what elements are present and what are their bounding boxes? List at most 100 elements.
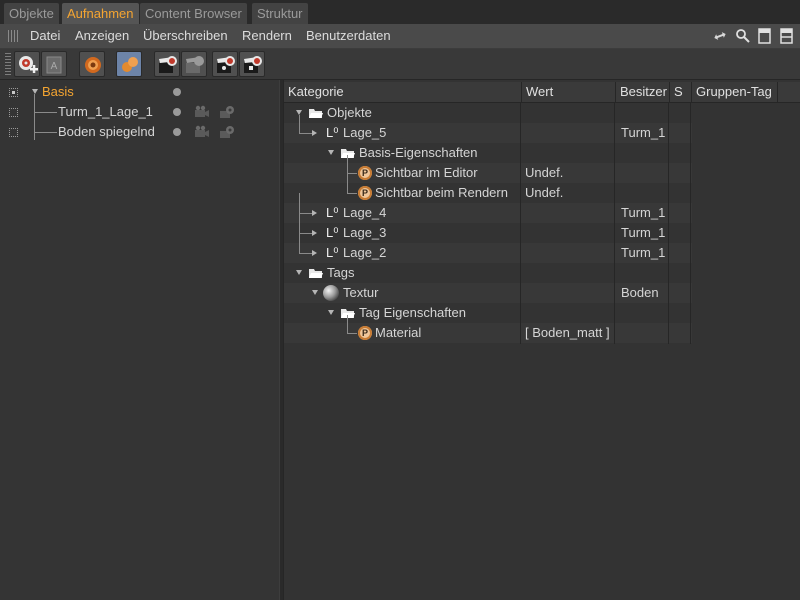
tree-guide-line [299, 233, 300, 253]
status-dot-icon[interactable] [173, 128, 181, 136]
parameter-icon: P [358, 326, 372, 340]
camera-icon[interactable] [194, 105, 210, 119]
column-header-kategorie[interactable]: Kategorie [284, 82, 521, 102]
tab-objekte[interactable]: Objekte [4, 3, 59, 24]
table-row[interactable]: Objekte [284, 103, 692, 123]
column-header-s[interactable]: S [669, 82, 691, 102]
override-icon [85, 57, 101, 73]
kategorie-cell: Tags [327, 265, 355, 280]
tree-guide-line [347, 193, 357, 194]
dual-panel-icon[interactable] [779, 28, 795, 44]
render-settings-icon[interactable] [219, 125, 235, 139]
take-row-basis[interactable]: Basis [0, 82, 279, 102]
kategorie-cell: Basis-Eigenschaften [359, 145, 478, 160]
column-header-besitzer[interactable]: Besitzer [615, 82, 669, 102]
render-clapper-icon [159, 56, 177, 73]
tab-struktur[interactable]: Struktur [252, 3, 308, 24]
toolbar-grip-handle[interactable] [5, 53, 11, 75]
override-button[interactable] [79, 51, 105, 77]
expand-arrow-icon[interactable] [312, 250, 317, 256]
render-take-disabled-button[interactable] [181, 51, 207, 77]
tab-aufnahmen[interactable]: Aufnahmen [62, 3, 139, 24]
kategorie-cell: Lage_5 [343, 125, 387, 140]
column-divider [668, 102, 669, 344]
override-table-panel: Kategorie Wert Besitzer S Gruppen-Tag Ob… [284, 80, 800, 600]
column-divider [614, 102, 615, 344]
tree-guide-line [347, 173, 357, 174]
menu-datei[interactable]: Datei [30, 24, 60, 48]
menu-grip-handle[interactable] [8, 30, 18, 42]
wert-cell[interactable]: [ Boden_matt ] [525, 323, 610, 343]
add-take-button[interactable] [14, 51, 40, 77]
takes-tree-panel: Basis Turm_1_Lage_1 Boden spiegelnd [0, 80, 279, 600]
table-row[interactable]: L⁰ Lage_4 Turm_1 [284, 193, 692, 223]
take-checkbox[interactable] [9, 128, 18, 137]
kategorie-cell: Lage_2 [343, 245, 387, 260]
table-row[interactable]: L⁰ Lage_5 Turm_1 [284, 115, 692, 143]
wert-cell[interactable]: Undef. [525, 183, 563, 203]
besitzer-cell: Turm_1 [621, 245, 666, 260]
kategorie-cell: Sichtbar im Editor [375, 165, 478, 180]
expand-arrow-icon[interactable] [312, 230, 317, 236]
layer-object-icon: L⁰ [326, 225, 339, 240]
take-row-boden[interactable]: Boden spiegelnd [0, 122, 279, 142]
column-header-extra [777, 82, 800, 102]
wert-cell[interactable]: Undef. [525, 163, 563, 183]
share-take-2-button[interactable] [239, 51, 265, 77]
render-take-button[interactable] [154, 51, 180, 77]
folder-open-icon [309, 269, 323, 278]
table-row[interactable]: Textur Boden [284, 283, 692, 303]
take-label: Turm_1_Lage_1 [58, 104, 153, 119]
share-clapper-icon [217, 56, 235, 73]
expand-arrow-icon[interactable] [32, 89, 38, 94]
table-row[interactable]: Tags [284, 263, 692, 283]
svg-text:A: A [51, 61, 58, 72]
single-panel-icon[interactable] [757, 28, 773, 44]
menu-ueberschreiben[interactable]: Überschreiben [143, 24, 228, 48]
tree-guide-line [347, 333, 357, 334]
share-take-button[interactable] [212, 51, 238, 77]
column-divider [520, 102, 521, 344]
folder-open-icon [309, 109, 323, 118]
expand-arrow-icon[interactable] [312, 130, 317, 136]
expand-arrow-icon[interactable] [328, 310, 334, 315]
expand-arrow-icon[interactable] [312, 210, 317, 216]
arrows-icon[interactable] [712, 28, 728, 44]
table-row[interactable]: P Sichtbar im Editor Undef. [284, 155, 692, 183]
render-settings-icon[interactable] [219, 105, 235, 119]
override-group-button[interactable] [116, 51, 142, 77]
take-row-turm[interactable]: Turm_1_Lage_1 [0, 102, 279, 122]
column-header-gruppen-tag[interactable]: Gruppen-Tag [691, 82, 777, 102]
table-row[interactable]: Tag Eigenschaften [284, 303, 692, 323]
column-header-wert[interactable]: Wert [521, 82, 615, 102]
expand-arrow-icon[interactable] [328, 150, 334, 155]
table-row[interactable]: L⁰ Lage_3 Turm_1 [284, 213, 692, 243]
search-icon[interactable] [735, 28, 751, 44]
table-row[interactable]: Basis-Eigenschaften [284, 143, 692, 163]
menu-benutzerdaten[interactable]: Benutzerdaten [306, 24, 391, 48]
panel-tab-bar: Objekte Aufnahmen Content Browser Strukt… [0, 0, 800, 24]
add-take-icon [19, 56, 38, 73]
table-row[interactable]: L⁰ Lage_2 Turm_1 [284, 233, 692, 263]
table-row[interactable]: P Sichtbar beim Rendern Undef. [284, 173, 692, 203]
table-row[interactable]: P Material [ Boden_matt ] [284, 315, 692, 343]
status-dot-icon[interactable] [173, 108, 181, 116]
expand-arrow-icon[interactable] [312, 290, 318, 295]
take-toolbar: A [0, 49, 800, 80]
kategorie-cell: Sichtbar beim Rendern [375, 185, 508, 200]
kategorie-cell: Objekte [327, 105, 372, 120]
take-checkbox[interactable] [9, 88, 18, 97]
render-clapper-disabled-icon [186, 56, 204, 73]
camera-icon[interactable] [194, 125, 210, 139]
expand-arrow-icon[interactable] [296, 270, 302, 275]
take-label: Basis [42, 84, 74, 99]
menu-rendern[interactable]: Rendern [242, 24, 292, 48]
auto-take-button[interactable]: A [41, 51, 67, 77]
menu-anzeigen[interactable]: Anzeigen [75, 24, 129, 48]
tab-content-browser[interactable]: Content Browser [140, 3, 247, 24]
take-checkbox[interactable] [9, 108, 18, 117]
kategorie-cell: Textur [343, 285, 379, 300]
status-dot-icon[interactable] [173, 88, 181, 96]
tree-guide-line [299, 213, 300, 233]
override-group-icon [122, 57, 138, 72]
